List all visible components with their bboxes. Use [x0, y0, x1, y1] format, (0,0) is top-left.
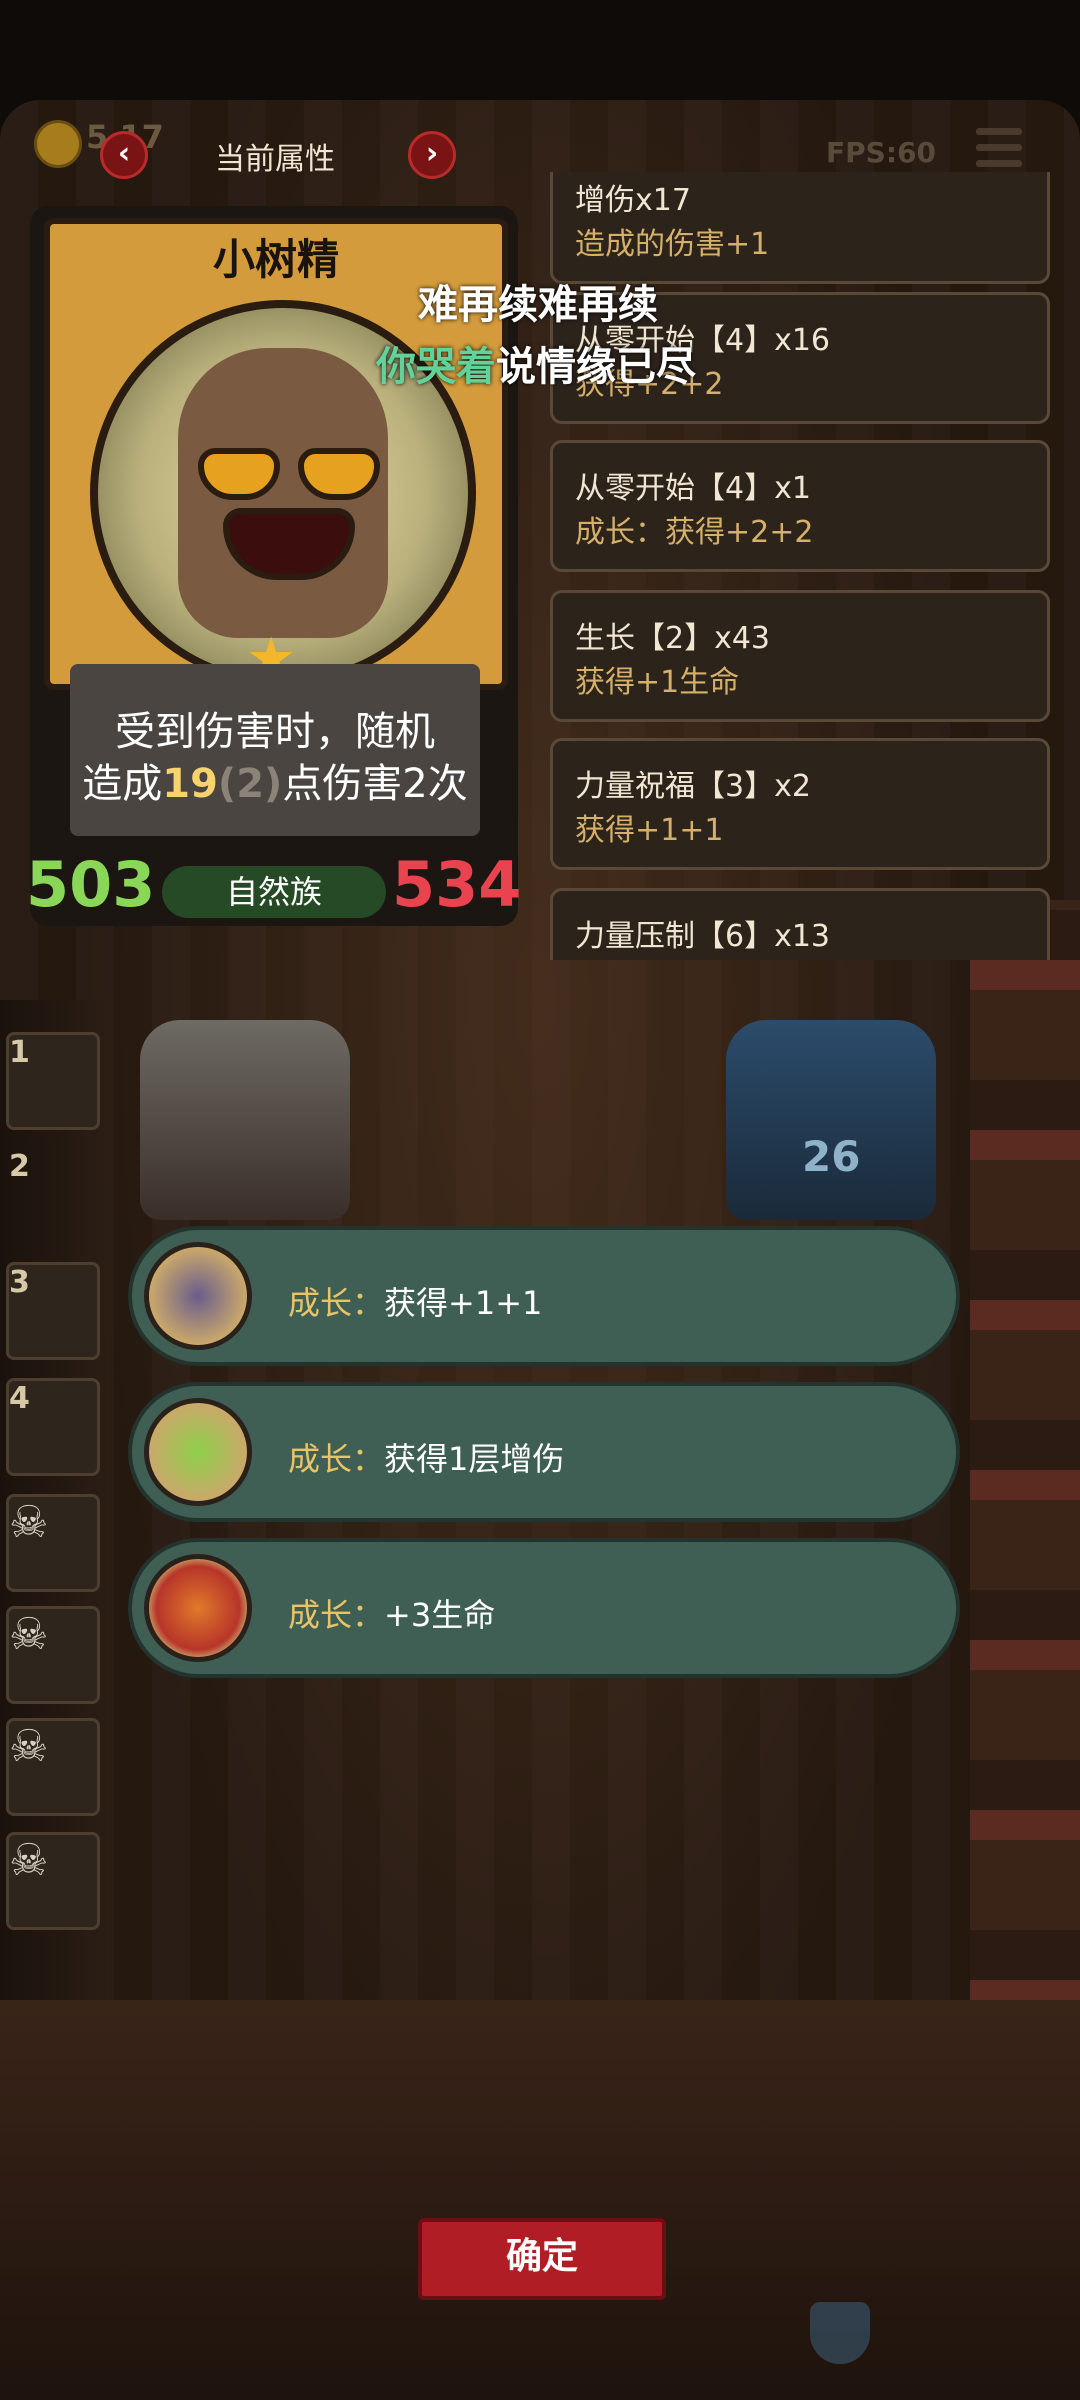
attribute-title: 力量祝福【3】x2 [575, 769, 811, 804]
locked-slot[interactable]: ☠ [6, 1718, 100, 1816]
option-key: 成长 [288, 1284, 353, 1322]
desc-base: (2) [217, 761, 283, 807]
attribute-title: 力量压制【6】x13 [575, 919, 831, 954]
option-value: 获得+1+1 [384, 1284, 543, 1322]
desc-line-1: 受到伤害时，随机 [115, 709, 435, 755]
attribute-item: 力量祝福【3】x2 获得+1+1 [550, 738, 1050, 870]
right-eye [298, 448, 380, 500]
next-arrow-button[interactable]: › [408, 131, 456, 179]
prev-arrow-button[interactable]: ‹ [100, 131, 148, 179]
attribute-title: 从零开始【4】x1 [575, 471, 811, 506]
skull-icon: ☠ [9, 1835, 49, 1886]
option-value: 获得1层增伤 [384, 1440, 565, 1478]
team-slot-1[interactable]: 1 [6, 1032, 100, 1130]
growth-option-3[interactable]: 成长：+3生命 [128, 1538, 960, 1678]
lyric-line-1: 难再续难再续 [418, 282, 658, 328]
option-text: 成长：+3生命 [288, 1590, 495, 1636]
option-key: 成长 [288, 1440, 353, 1478]
attribute-sub: 成长：获得+2+2 [575, 515, 814, 550]
opponent-hero-portrait: 26 [726, 1020, 936, 1220]
lyric-highlight: 你哭着 [376, 344, 496, 390]
locked-slot[interactable]: ☠ [6, 1606, 100, 1704]
bookshelf-right [970, 900, 1080, 2100]
skull-icon: ☠ [9, 1721, 49, 1772]
desc-line-2: 造成19(2)点伤害2次 [70, 758, 480, 810]
attack-stat: 503 [26, 848, 156, 921]
left-eye [198, 448, 280, 500]
shield-icon[interactable] [810, 2302, 870, 2364]
attribute-sub: 获得+1+1 [575, 813, 724, 848]
fps-counter: FPS:60 [826, 136, 936, 169]
desc-damage: 19 [162, 761, 218, 807]
menu-icon[interactable] [976, 128, 1022, 172]
skull-icon: ☠ [9, 1497, 49, 1548]
desc-suffix: 点伤害2次 [282, 761, 468, 807]
coin-icon [34, 120, 82, 168]
team-slot-2[interactable]: 2 [6, 1146, 100, 1244]
attribute-item: 生长【2】x43 获得+1生命 [550, 590, 1050, 722]
option-key: 成长 [288, 1596, 353, 1634]
slot-number: 1 [9, 1035, 30, 1070]
attribute-item: 增伤x17 造成的伤害+1 [550, 172, 1050, 284]
team-slot-3[interactable]: 3 [6, 1262, 100, 1360]
slot-number: 4 [9, 1381, 30, 1416]
option-sep: ： [352, 1440, 385, 1478]
tribe-badge: 自然族 [162, 866, 386, 918]
desc-prefix: 造成 [82, 761, 163, 807]
attribute-item: 力量压制【6】x13 [550, 888, 1050, 960]
lyric-rest: 说情缘已尽 [496, 344, 696, 390]
attribute-sub: 获得+1生命 [575, 665, 740, 700]
spellbook-icon [144, 1242, 252, 1350]
attribute-sub: 造成的伤害+1 [575, 227, 770, 262]
card-description: 受到伤害时，随机 造成19(2)点伤害2次 [70, 706, 480, 810]
panel-title: 当前属性 [215, 142, 335, 177]
tree-face [178, 348, 388, 638]
attribute-title: 增伤x17 [575, 183, 691, 218]
option-sep: ： [352, 1284, 385, 1322]
health-stat: 534 [392, 848, 522, 921]
team-slot-4[interactable]: 4 [6, 1378, 100, 1476]
mouth [223, 508, 355, 580]
growth-option-1[interactable]: 成长：获得+1+1 [128, 1226, 960, 1366]
slot-number: 2 [9, 1149, 30, 1184]
lyric-line-2: 你哭着说情缘已尽 [376, 334, 696, 392]
growth-option-2[interactable]: 成长：获得1层增伤 [128, 1382, 960, 1522]
floor [0, 2000, 1080, 2400]
option-text: 成长：获得1层增伤 [288, 1434, 564, 1480]
slot-number: 3 [9, 1265, 30, 1300]
player-hero-portrait [140, 1020, 350, 1220]
confirm-button[interactable]: 确定 [418, 2218, 666, 2300]
option-value: +3生命 [384, 1596, 496, 1634]
skull-icon: ☠ [9, 1609, 49, 1660]
shield-emblem-icon [144, 1554, 252, 1662]
crystal-icon [144, 1398, 252, 1506]
option-sep: ： [352, 1596, 385, 1634]
locked-slot[interactable]: ☠ [6, 1494, 100, 1592]
locked-slot[interactable]: ☠ [6, 1832, 100, 1930]
option-text: 成长：获得+1+1 [288, 1278, 542, 1324]
attribute-item: 从零开始【4】x1 成长：获得+2+2 [550, 440, 1050, 572]
attribute-title: 生长【2】x43 [575, 621, 771, 656]
opponent-level: 26 [802, 1132, 861, 1181]
